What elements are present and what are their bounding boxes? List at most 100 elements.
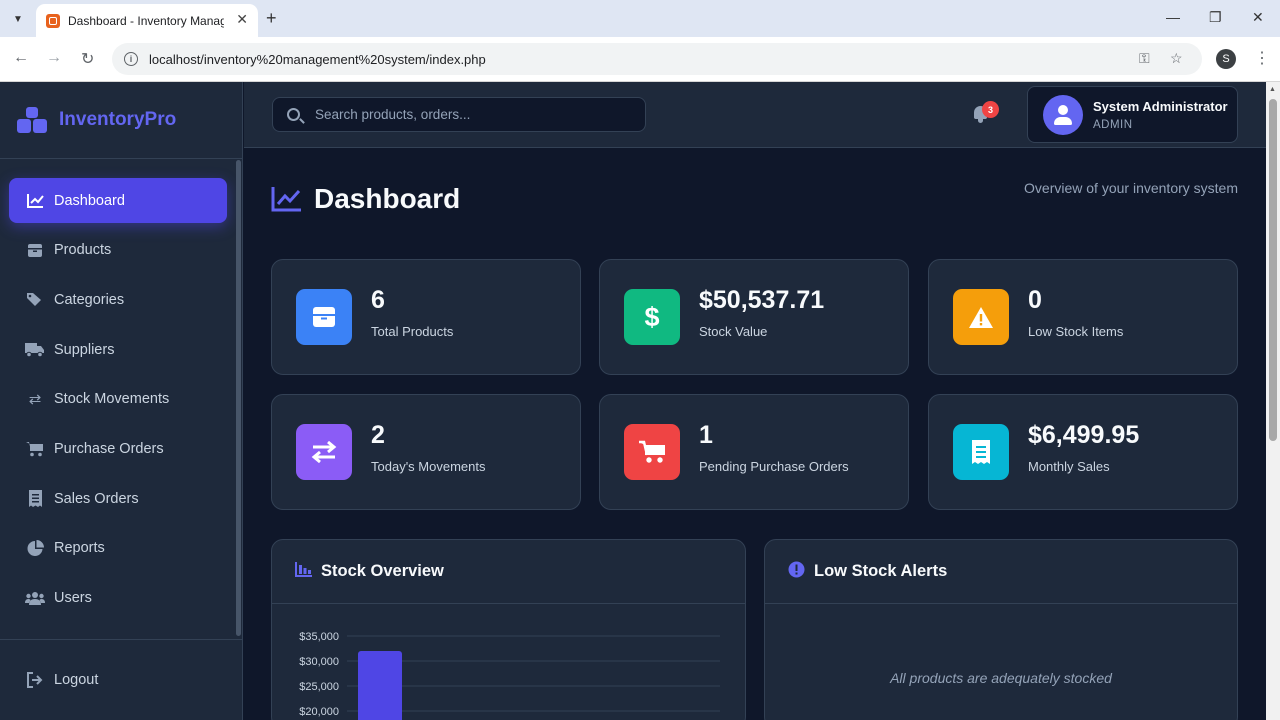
sidebar-item-label: Suppliers: [54, 341, 115, 358]
stat-card-monthly-sales[interactable]: $6,499.95 Monthly Sales: [928, 394, 1238, 510]
browser-toolbar: ← → ↻ i localhost/inventory%20management…: [0, 37, 1280, 82]
sidebar-item-users[interactable]: Users: [9, 576, 227, 621]
stock-chart-area: $35,000 $30,000 $25,000 $20,000: [272, 604, 745, 720]
url-text: localhost/inventory%20management%20syste…: [149, 51, 486, 67]
browser-menu-icon[interactable]: ⋮: [1254, 48, 1270, 68]
receipt-icon: [25, 489, 45, 509]
empty-state-message: All products are adequately stocked: [890, 670, 1112, 686]
brand-name: InventoryPro: [59, 109, 177, 130]
page-title: Dashboard: [314, 183, 461, 214]
low-stock-panel: Low Stock Alerts All products are adequa…: [764, 539, 1238, 720]
bookmark-star-icon[interactable]: ☆: [1170, 50, 1183, 67]
page-scrollbar-thumb[interactable]: [1269, 99, 1277, 441]
stat-value: 0: [1028, 285, 1042, 314]
stat-value: $50,537.71: [699, 285, 825, 314]
sidebar-item-suppliers[interactable]: Suppliers: [9, 327, 227, 372]
box-icon: [25, 240, 45, 260]
top-bar: 3 System Administrator ADMIN: [244, 82, 1266, 148]
stat-card-pending-purchase-orders[interactable]: 1 Pending Purchase Orders: [599, 394, 909, 510]
sidebar-scrollbar[interactable]: [236, 160, 241, 636]
sidebar-item-label: Sales Orders: [54, 490, 139, 507]
sidebar-item-products[interactable]: Products: [9, 228, 227, 273]
chart-y-tick-label: $35,000: [299, 631, 339, 643]
pie-chart-icon: [25, 538, 45, 558]
box-icon: [296, 289, 352, 345]
stat-label: Stock Value: [699, 323, 768, 339]
user-menu[interactable]: System Administrator ADMIN: [1027, 86, 1238, 143]
sidebar: InventoryPro Dashboard Products Categori…: [0, 82, 243, 720]
dollar-icon: $: [624, 289, 680, 345]
page-subtitle: Overview of your inventory system: [1024, 180, 1238, 196]
stat-label: Low Stock Items: [1028, 323, 1124, 339]
tab-list-icon[interactable]: ▼: [7, 8, 29, 30]
brand[interactable]: InventoryPro: [0, 82, 242, 159]
panel-title: Low Stock Alerts: [814, 562, 948, 580]
sidebar-item-label: Dashboard: [54, 192, 125, 209]
sidebar-item-reports[interactable]: Reports: [9, 526, 227, 571]
page-scrollbar[interactable]: ▲: [1266, 82, 1280, 720]
bar-chart-icon: [295, 561, 312, 582]
sidebar-item-categories[interactable]: Categories: [9, 277, 227, 322]
browser-tab[interactable]: Dashboard - Inventory Management System …: [36, 4, 258, 37]
logout-icon: [25, 670, 45, 690]
cart-icon: [624, 424, 680, 480]
site-info-icon[interactable]: i: [124, 52, 138, 66]
page-header: Dashboard: [271, 183, 460, 215]
stock-overview-chart: $35,000 $30,000 $25,000 $20,000: [299, 631, 720, 720]
sidebar-item-label: Reports: [54, 540, 105, 557]
sidebar-item-purchase-orders[interactable]: Purchase Orders: [9, 426, 227, 471]
receipt-icon: [953, 424, 1009, 480]
exchange-icon: ⇄: [28, 391, 42, 409]
reload-icon[interactable]: ↻: [81, 49, 94, 69]
sidebar-item-stock-movements[interactable]: ⇄ Stock Movements: [9, 377, 227, 422]
new-tab-icon[interactable]: +: [266, 8, 277, 29]
chart-line-icon: [271, 186, 302, 212]
password-key-icon[interactable]: ⚿: [1139, 50, 1150, 67]
stat-card-total-products[interactable]: 6 Total Products: [271, 259, 581, 375]
stat-value: 6: [371, 285, 385, 314]
profile-avatar[interactable]: S: [1216, 49, 1236, 69]
chart-y-tick-label: $20,000: [299, 706, 339, 718]
warning-icon: [953, 289, 1009, 345]
sidebar-item-label: Stock Movements: [54, 391, 170, 408]
logout-button[interactable]: Logout: [0, 639, 242, 720]
user-role: ADMIN: [1093, 118, 1133, 131]
close-window-icon[interactable]: ✕: [1252, 9, 1264, 26]
chart-bar[interactable]: [358, 651, 402, 720]
tags-icon: [25, 290, 45, 310]
boxes-logo-icon: [17, 107, 48, 133]
stat-value: 1: [699, 420, 713, 449]
back-icon[interactable]: ←: [13, 49, 29, 67]
restore-icon[interactable]: ❐: [1209, 9, 1222, 26]
scroll-up-icon[interactable]: ▲: [1269, 86, 1276, 93]
sidebar-item-sales-orders[interactable]: Sales Orders: [9, 476, 227, 521]
stat-label: Total Products: [371, 323, 454, 339]
search-input[interactable]: [315, 107, 635, 122]
browser-tab-bar: ▼ Dashboard - Inventory Management Syste…: [0, 0, 1280, 37]
stat-value: 2: [371, 420, 385, 449]
stat-card-low-stock[interactable]: 0 Low Stock Items: [928, 259, 1238, 375]
sidebar-item-dashboard[interactable]: Dashboard: [9, 178, 227, 223]
tab-title: Dashboard - Inventory Management System: [68, 13, 224, 28]
chart-y-tick-label: $30,000: [299, 656, 339, 668]
minimize-icon[interactable]: —: [1166, 9, 1180, 25]
chart-y-tick-label: $25,000: [299, 681, 339, 693]
panel-title: Stock Overview: [321, 562, 444, 580]
stock-overview-panel: Stock Overview $35,000 $30,000 $25,000 $20,…: [271, 539, 746, 720]
truck-icon: [25, 340, 45, 360]
forward-icon[interactable]: →: [46, 49, 62, 67]
address-bar[interactable]: i localhost/inventory%20management%20sys…: [112, 43, 1202, 75]
stat-value: $6,499.95: [1028, 420, 1140, 449]
cart-icon: [25, 439, 45, 459]
search-box[interactable]: [272, 97, 646, 132]
logout-label: Logout: [54, 672, 99, 688]
tab-close-icon[interactable]: ✕: [236, 11, 248, 28]
stat-label: Monthly Sales: [1028, 458, 1110, 474]
exchange-icon: [296, 424, 352, 480]
users-icon: [25, 588, 45, 608]
stat-card-todays-movements[interactable]: 2 Today's Movements: [271, 394, 581, 510]
sidebar-item-label: Categories: [54, 291, 125, 308]
user-avatar-icon: [1043, 94, 1083, 135]
alert-circle-icon: [788, 561, 805, 583]
stat-card-stock-value[interactable]: $ $50,537.71 Stock Value: [599, 259, 909, 375]
